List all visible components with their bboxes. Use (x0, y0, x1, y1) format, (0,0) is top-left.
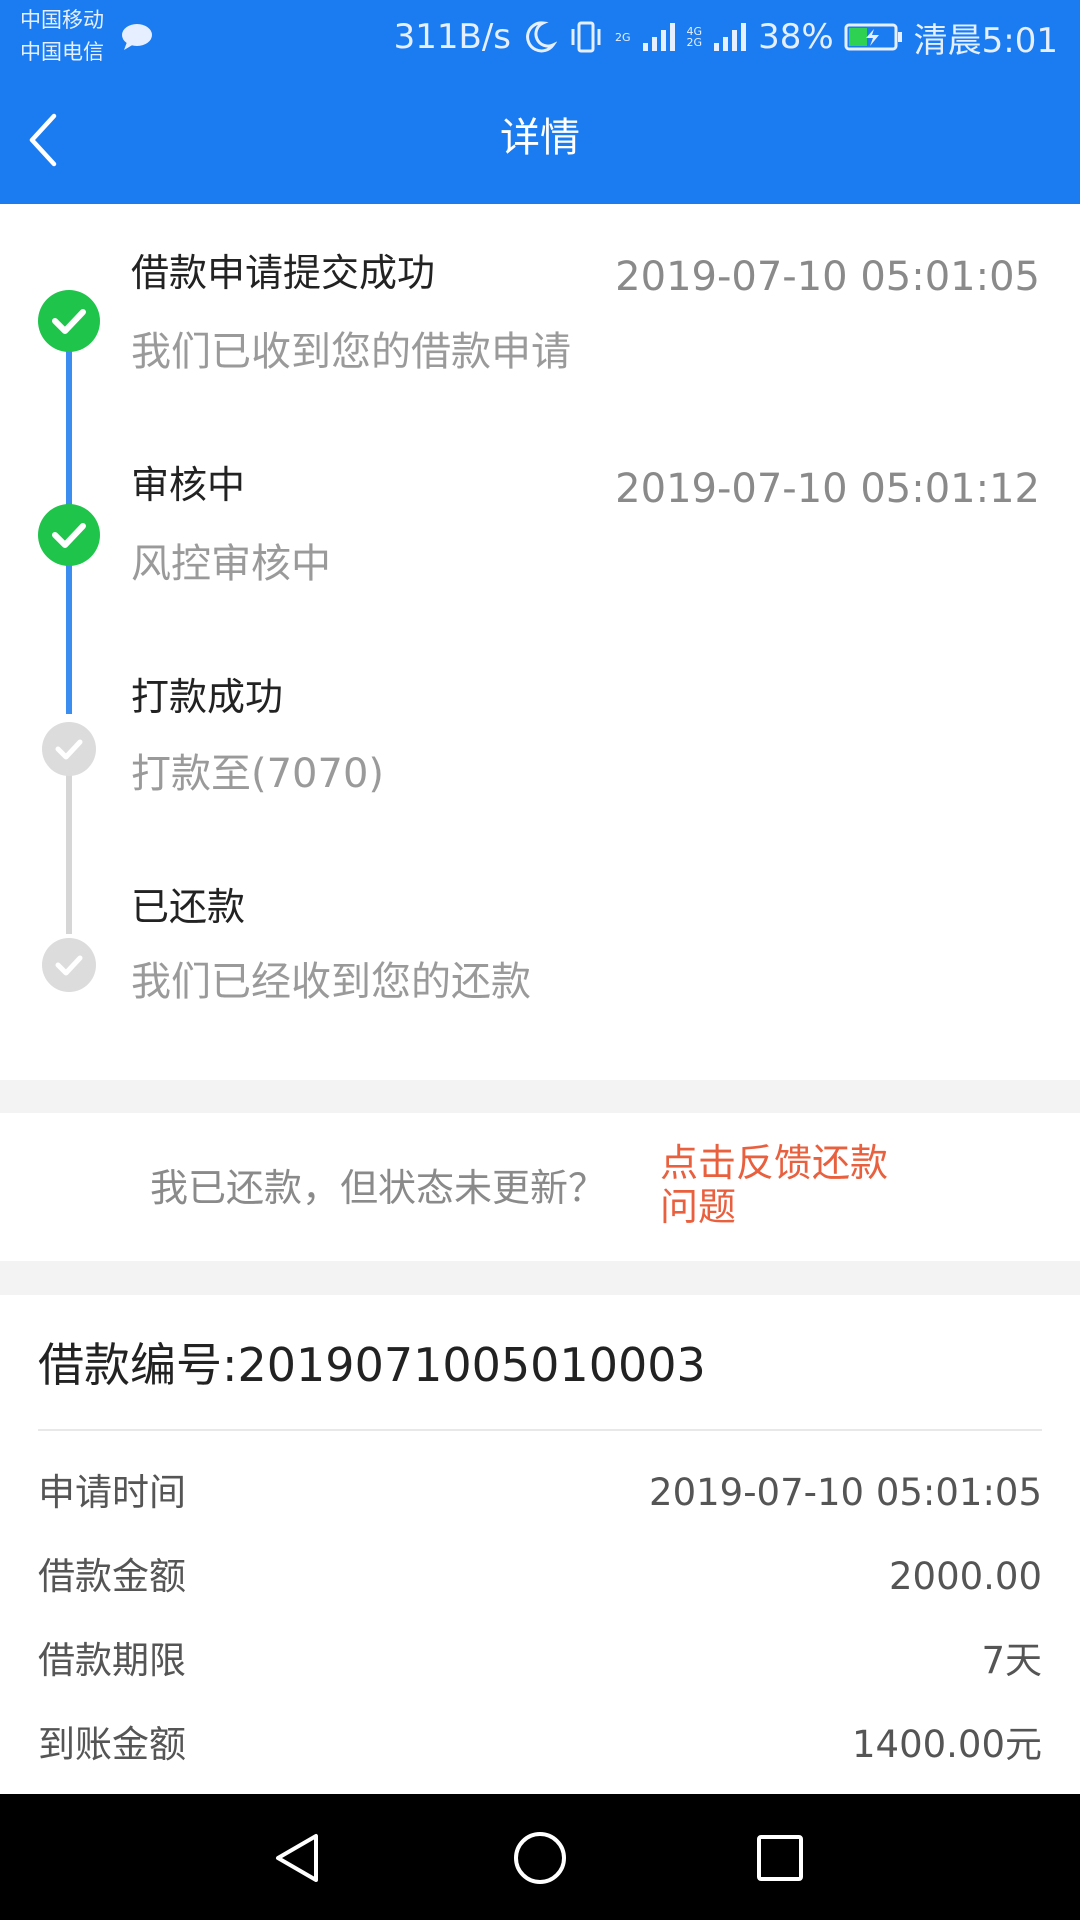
step-description: 我们已收到您的借款申请 (131, 329, 571, 375)
vibrate-icon (571, 21, 601, 53)
info-label: 借款金额 (38, 1555, 186, 1598)
loan-number: 借款编号:2019071005010003 (38, 1338, 706, 1392)
signal-icon-2 (714, 23, 747, 51)
network-type-labels: 4G 2G (687, 26, 703, 48)
carrier-name-2: 中国电信 (20, 40, 104, 64)
info-value: 7天 (981, 1639, 1042, 1682)
info-row: 借款期限 7天 (38, 1633, 1042, 1689)
loan-progress-timeline: 借款申请提交成功 2019-07-10 05:01:05 我们已收到您的借款申请… (0, 204, 1080, 1080)
battery-percent: 38% (758, 17, 834, 57)
step-title: 已还款 (131, 885, 246, 929)
info-label: 到账金额 (38, 1723, 186, 1766)
step-description: 打款至(7070) (131, 751, 385, 797)
carrier-name-1: 中国移动 (20, 8, 104, 32)
step-done-check-icon (38, 290, 100, 352)
square-recents-icon (757, 1835, 803, 1881)
network-speed: 311B/s (393, 17, 511, 57)
info-row: 到账金额 1400.00元 (38, 1717, 1042, 1773)
step-pending-check-icon (38, 718, 100, 780)
moon-icon (526, 21, 557, 53)
feedback-link[interactable]: 点击反馈还款问题 (660, 1141, 920, 1229)
system-navigation-bar (0, 1794, 1080, 1920)
step-description: 风控审核中 (131, 541, 331, 587)
triangle-back-icon (276, 1834, 318, 1882)
info-row: 借款金额 2000.00 (38, 1549, 1042, 1605)
step-time: 2019-07-10 05:01:05 (615, 254, 1040, 300)
info-label: 借款期限 (38, 1639, 186, 1682)
loan-info-section: 借款编号:2019071005010003 申请时间 2019-07-10 05… (0, 1295, 1080, 1795)
nav-recents-button[interactable] (740, 1818, 820, 1898)
circle-home-icon (514, 1832, 566, 1884)
section-divider (0, 1080, 1080, 1114)
clock: 清晨5:01 (913, 20, 1058, 61)
step-pending-check-icon (38, 934, 100, 996)
nav-back-button[interactable] (258, 1818, 338, 1898)
info-value: 2000.00 (888, 1555, 1042, 1598)
battery-icon (844, 23, 902, 51)
signal-icon (642, 23, 675, 51)
divider (38, 1429, 1042, 1431)
network-2g-label: 2G (615, 30, 631, 44)
info-label: 申请时间 (38, 1471, 186, 1514)
info-value: 1400.00元 (851, 1723, 1042, 1766)
section-divider (0, 1261, 1080, 1295)
info-value: 2019-07-10 05:01:05 (649, 1471, 1042, 1514)
info-row: 申请时间 2019-07-10 05:01:05 (38, 1465, 1042, 1521)
app-header: 详情 (0, 76, 1080, 204)
feedback-prompt: 我已还款，但状态未更新？ (150, 1166, 607, 1210)
step-title: 打款成功 (131, 675, 284, 719)
status-bar: 中国移动 中国电信 311B/s 2G 4G 2G 38% 清晨5:01 (0, 0, 1080, 76)
step-time: 2019-07-10 05:01:12 (615, 466, 1040, 512)
step-done-check-icon (38, 504, 100, 566)
step-title: 审核中 (131, 463, 246, 507)
message-bubble-icon (122, 24, 152, 50)
network-2g-label-b: 2G (686, 36, 703, 49)
status-indicators: 311B/s 2G 4G 2G 38% 清晨5:01 (394, 12, 1058, 62)
nav-home-button[interactable] (500, 1818, 580, 1898)
step-title: 借款申请提交成功 (131, 251, 436, 295)
repayment-feedback-row: 我已还款，但状态未更新？ 点击反馈还款问题 (0, 1113, 1080, 1261)
page-title: 详情 (500, 115, 580, 161)
step-description: 我们已经收到您的还款 (131, 959, 531, 1005)
